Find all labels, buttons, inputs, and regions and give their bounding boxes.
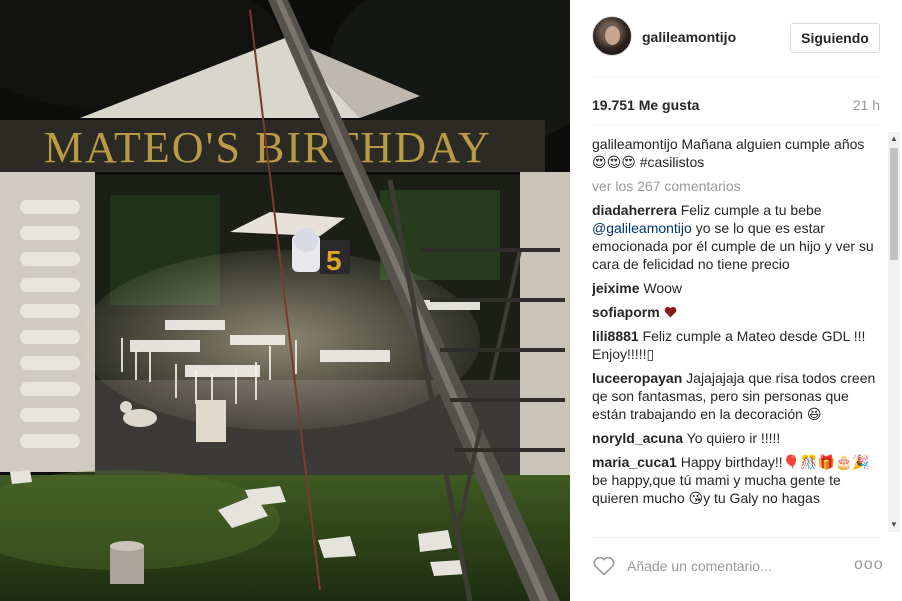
post-photo[interactable]: MATEO'S BIRTHDAY 5 [0,0,570,601]
heart-icon [664,306,676,318]
instagram-post-view: MATEO'S BIRTHDAY 5 galileamontijo Siguie… [0,0,902,601]
comments-list: galileamontijo Mañana alguien cumple año… [592,135,878,535]
comment-input[interactable] [627,555,837,577]
likes-row: 19.751 Me gusta 21 h [592,97,880,117]
post-caption: galileamontijo Mañana alguien cumple año… [592,135,878,171]
header-divider [592,76,880,77]
comment-item: lili8881 Feliz cumple a Mateo desde GDL … [592,327,878,363]
heart-outline-icon[interactable] [592,554,616,578]
comment-username[interactable]: maria_cuca1 [592,454,677,470]
header-username[interactable]: galileamontijo [642,29,736,45]
comment-item: maria_cuca1 Happy birthday!!🎈🎊🎁🎂🎉 be hap… [592,453,878,507]
post-time[interactable]: 21 h [853,97,880,113]
birthday-number: 5 [326,245,342,276]
caption-username[interactable]: galileamontijo [592,136,678,152]
comment-item: sofiaporm [592,303,878,321]
comment-username[interactable]: diadaherrera [592,202,677,218]
scrollbar-thumb[interactable] [890,148,898,260]
chevron-up-icon[interactable]: ▲ [888,132,900,146]
comment-mention[interactable]: @galileamontijo [592,220,692,236]
comment-item: noryld_acuna Yo quiero ir !!!!! [592,429,878,447]
comment-text: Yo quiero ir !!!!! [686,430,781,446]
chevron-down-icon[interactable]: ▼ [888,518,900,532]
ellipsis-icon[interactable]: ooo [854,555,883,575]
avatar[interactable] [592,16,632,56]
comment-text: Feliz cumple a tu bebe [680,202,822,218]
caption-hashtag[interactable]: #casilistos [640,154,705,170]
comment-username[interactable]: luceeropayan [592,370,682,386]
party-scene-image: MATEO'S BIRTHDAY 5 [0,0,570,601]
comment-username[interactable]: jeixime [592,280,639,296]
comments-scrollbar[interactable]: ▲ ▼ [888,132,900,532]
view-all-comments-link[interactable]: ver los 267 comentarios [592,177,878,195]
comment-username[interactable]: lili8881 [592,328,639,344]
add-comment-bar: ooo [592,552,883,582]
following-button[interactable]: Siguiendo [790,23,880,53]
post-header: galileamontijo Siguiendo [592,16,880,60]
comment-item: jeixime Woow [592,279,878,297]
comment-text: Woow [643,280,683,296]
comment-username[interactable]: sofiaporm [592,304,660,320]
likes-divider [592,124,880,125]
comment-username[interactable]: noryld_acuna [592,430,683,446]
comment-bar-divider [592,537,880,538]
comment-item: luceeropayan Jajajajaja que risa todos c… [592,369,878,423]
likes-count[interactable]: 19.751 Me gusta [592,97,699,113]
comment-item: diadaherrera Feliz cumple a tu bebe @gal… [592,201,878,273]
